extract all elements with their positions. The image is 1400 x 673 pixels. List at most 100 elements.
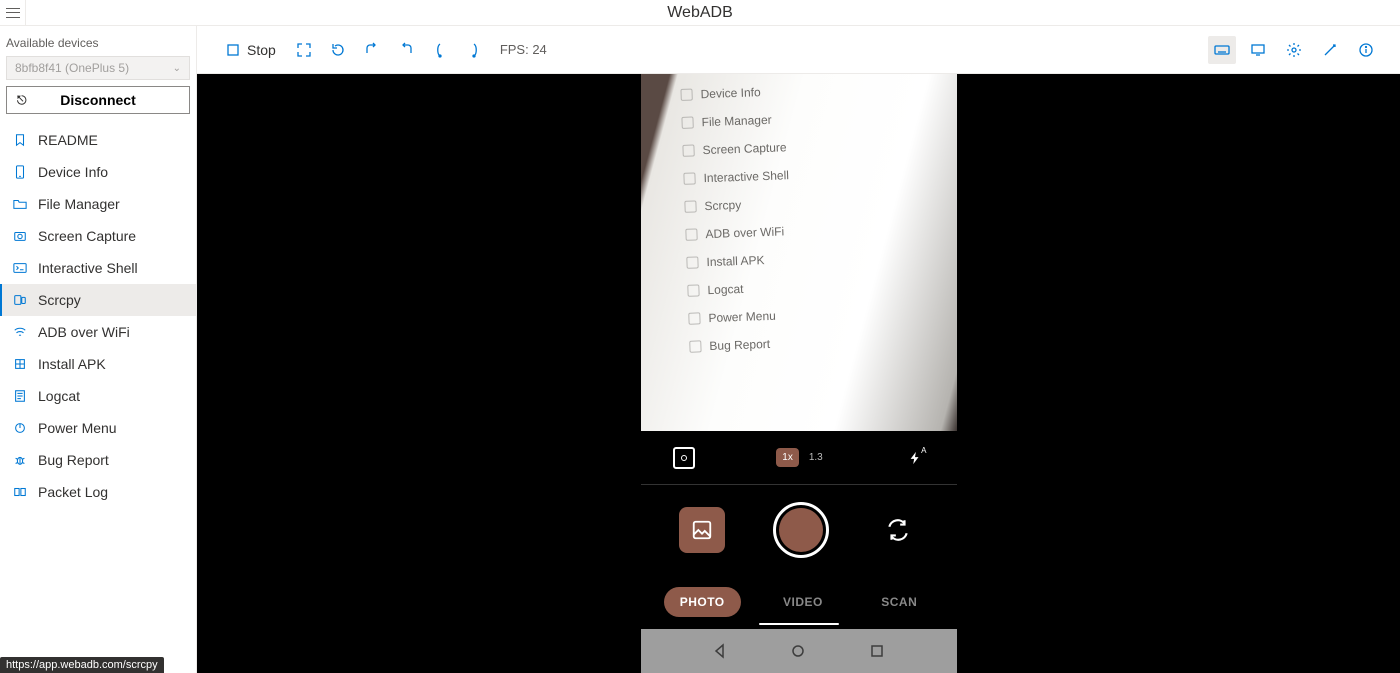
sidebar-item-interactive-shell[interactable]: Interactive Shell (0, 252, 196, 284)
sidebar-item-label: Interactive Shell (38, 260, 138, 276)
display-button[interactable] (1244, 36, 1272, 64)
info-button[interactable] (1352, 36, 1380, 64)
sidebar-item-label: README (38, 132, 98, 148)
list-item: Bug Report (689, 336, 795, 354)
device-select-dropdown[interactable]: 8bfb8f41 (OnePlus 5) ⌄ (6, 56, 190, 80)
sidebar-item-power-menu[interactable]: Power Menu (0, 412, 196, 444)
sidebar-item-install-apk[interactable]: Install APK (0, 348, 196, 380)
mode-video-button[interactable]: VIDEO (767, 587, 839, 617)
toolbar: Stop FPS: 24 (197, 26, 1400, 74)
list-item: Install APK (686, 252, 792, 270)
rotate-left-button[interactable] (358, 36, 386, 64)
status-url: https://app.webadb.com/scrcpy (0, 657, 164, 673)
terminal-icon (12, 260, 28, 276)
rotate-ccw-button[interactable] (324, 36, 352, 64)
zoom-1-3-button[interactable]: 1.3 (809, 452, 823, 463)
packet-icon (12, 484, 28, 500)
topbar: WebADB (0, 0, 1400, 26)
list-item: Device Info (680, 84, 786, 102)
volume-down-button[interactable] (426, 36, 454, 64)
main: Stop FPS: 24 Device Info (197, 26, 1400, 673)
sidebar-item-device-info[interactable]: Device Info (0, 156, 196, 188)
mode-scan-button[interactable]: SCAN (865, 587, 933, 617)
fps-label: FPS: 24 (500, 42, 547, 57)
android-recent-button[interactable] (862, 636, 892, 666)
list-item: Screen Capture (682, 140, 788, 158)
available-devices-heading: Available devices (0, 32, 196, 54)
dot-icon (681, 455, 687, 461)
phone-icon (12, 164, 28, 180)
volume-up-button[interactable] (460, 36, 488, 64)
chevron-down-icon: ⌄ (173, 63, 181, 74)
sidebar-item-scrcpy[interactable]: Scrcpy (0, 284, 196, 316)
plug-icon: ⎋ (17, 93, 27, 108)
preview-content: Device Info File Manager Screen Capture … (680, 84, 795, 354)
sidebar-item-file-manager[interactable]: File Manager (0, 188, 196, 220)
camera-preview[interactable]: Device Info File Manager Screen Capture … (641, 74, 957, 431)
nav-list: README Device Info File Manager Screen C… (0, 124, 196, 508)
camera-icon (12, 228, 28, 244)
list-item: Logcat (687, 280, 793, 298)
rotate-right-button[interactable] (392, 36, 420, 64)
sidebar-item-screen-capture[interactable]: Screen Capture (0, 220, 196, 252)
sidebar-item-logcat[interactable]: Logcat (0, 380, 196, 412)
device-viewport[interactable]: Device Info File Manager Screen Capture … (197, 74, 1400, 673)
shutter-button[interactable] (773, 502, 829, 558)
package-icon (12, 356, 28, 372)
sidebar-item-label: Screen Capture (38, 228, 136, 244)
fullscreen-button[interactable] (290, 36, 318, 64)
camera-main-controls (641, 485, 957, 575)
keyboard-button[interactable] (1208, 36, 1236, 64)
sidebar-toggle-button[interactable] (0, 0, 26, 26)
bookmark-icon (12, 132, 28, 148)
sidebar-item-adb-wifi[interactable]: ADB over WiFi (0, 316, 196, 348)
aspect-ratio-button[interactable] (673, 447, 695, 469)
android-home-button[interactable] (783, 636, 813, 666)
app-title: WebADB (667, 4, 733, 22)
sidebar: Available devices 8bfb8f41 (OnePlus 5) ⌄… (0, 26, 197, 673)
device-selected-label: 8bfb8f41 (OnePlus 5) (15, 61, 129, 75)
sidebar-item-label: Device Info (38, 164, 108, 180)
sidebar-item-label: Logcat (38, 388, 80, 404)
magic-button[interactable] (1316, 36, 1344, 64)
sidebar-item-label: Install APK (38, 356, 106, 372)
stop-button[interactable]: Stop (217, 36, 284, 64)
disconnect-button[interactable]: ⎋ Disconnect (6, 86, 190, 114)
mirror-icon (12, 292, 28, 308)
flip-camera-button[interactable] (878, 510, 918, 550)
zoom-1x-button[interactable]: 1x (776, 448, 799, 467)
sidebar-item-label: Scrcpy (38, 292, 81, 308)
flash-mode-label: A (921, 446, 926, 455)
bug-icon (12, 452, 28, 468)
android-back-button[interactable] (705, 636, 735, 666)
sidebar-item-label: Packet Log (38, 484, 108, 500)
sidebar-item-readme[interactable]: README (0, 124, 196, 156)
list-item: Interactive Shell (683, 168, 789, 186)
sidebar-item-packet-log[interactable]: Packet Log (0, 476, 196, 508)
list-item: File Manager (681, 112, 787, 130)
wifi-icon (12, 324, 28, 340)
power-icon (12, 420, 28, 436)
settings-button[interactable] (1280, 36, 1308, 64)
list-item: Scrcpy (684, 196, 790, 214)
sidebar-item-label: Power Menu (38, 420, 117, 436)
shutter-inner-icon (779, 508, 823, 552)
phone-screen[interactable]: Device Info File Manager Screen Capture … (641, 74, 957, 673)
camera-top-controls: 1x 1.3 A (641, 431, 957, 485)
zoom-group: 1x 1.3 (776, 448, 822, 467)
gallery-button[interactable] (679, 507, 725, 553)
sidebar-item-label: ADB over WiFi (38, 324, 130, 340)
sidebar-item-bug-report[interactable]: Bug Report (0, 444, 196, 476)
log-icon (12, 388, 28, 404)
folder-icon (12, 196, 28, 212)
hamburger-icon (6, 8, 20, 18)
list-item: ADB over WiFi (685, 224, 791, 242)
mode-photo-button[interactable]: PHOTO (664, 587, 741, 617)
sidebar-item-label: File Manager (38, 196, 120, 212)
stop-label: Stop (247, 42, 276, 58)
list-item: Power Menu (688, 308, 794, 326)
flash-auto-button[interactable]: A (905, 448, 925, 468)
disconnect-label: Disconnect (60, 92, 135, 108)
android-nav-bar (641, 629, 957, 673)
camera-modes: PHOTO VIDEO SCAN (641, 575, 957, 629)
